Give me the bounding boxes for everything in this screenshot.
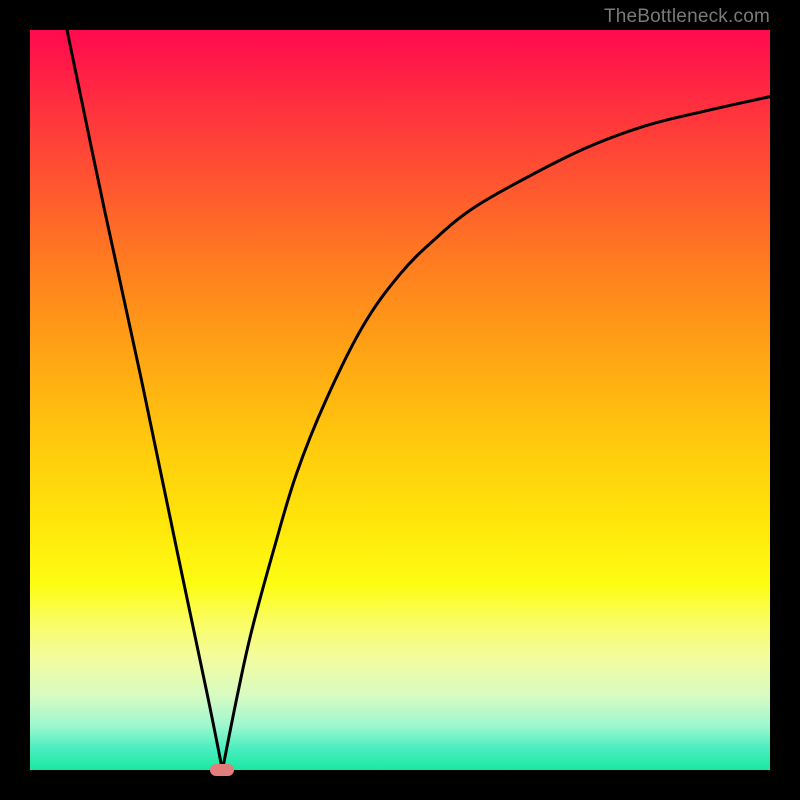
curve-right-branch (222, 97, 770, 770)
curve-left-branch (67, 30, 222, 770)
plot-area (30, 30, 770, 770)
vertex-marker (210, 764, 234, 776)
watermark-label: TheBottleneck.com (604, 6, 770, 28)
curve-layer (30, 30, 770, 770)
chart-frame: TheBottleneck.com (0, 0, 800, 800)
